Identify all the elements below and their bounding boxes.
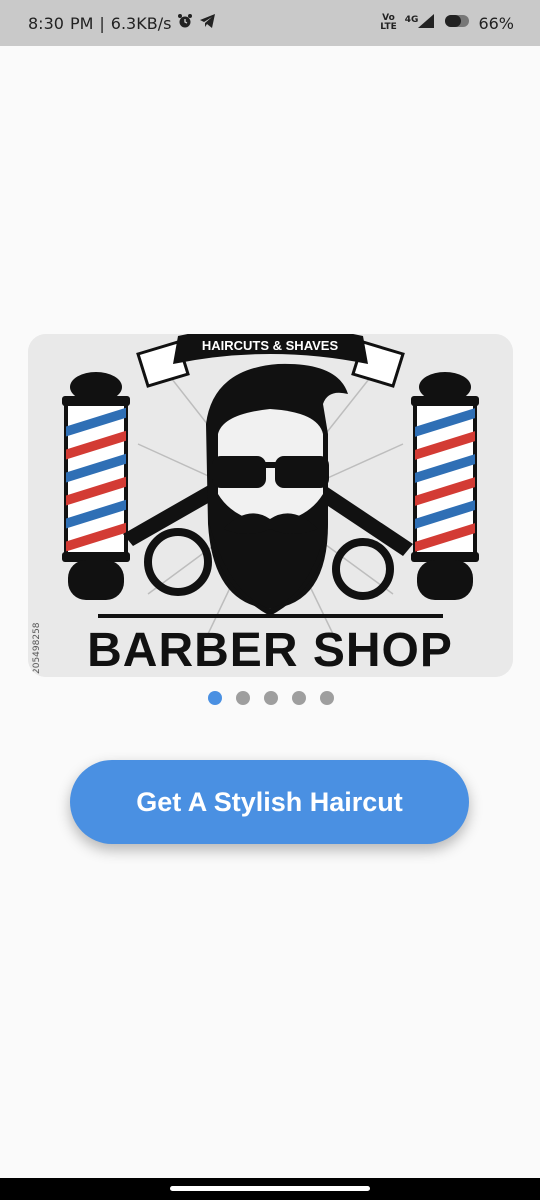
status-bar: 8:30 PM | 6.3KB/s Vo LTE 4G 66% <box>0 0 540 46</box>
banner-stock-id: 205498258 <box>32 622 42 674</box>
status-right: Vo LTE 4G 66% <box>380 13 514 33</box>
carousel-dot-5[interactable] <box>320 691 334 705</box>
status-left: 8:30 PM | 6.3KB/s <box>28 13 216 33</box>
banner-top-ribbon-text: HAIRCUTS & SHAVES <box>202 338 339 353</box>
home-indicator[interactable] <box>170 1186 370 1191</box>
navigation-bar <box>0 1178 540 1200</box>
banner-carousel[interactable]: HAIRCUTS & SHAVES BARBER SHOP 205498258 <box>28 334 513 677</box>
battery-icon <box>444 13 470 33</box>
signal-icon <box>416 13 436 33</box>
battery-percent: 66% <box>478 13 514 33</box>
telegram-icon <box>199 13 216 33</box>
carousel-dot-2[interactable] <box>236 691 250 705</box>
network-speed: 6.3KB/s <box>110 13 172 33</box>
barber-shop-banner-image: HAIRCUTS & SHAVES BARBER SHOP 205498258 <box>28 334 513 677</box>
carousel-indicator <box>208 691 334 705</box>
get-haircut-button[interactable]: Get A Stylish Haircut <box>70 760 469 844</box>
volte-indicator: Vo LTE <box>380 14 397 32</box>
clock-ampm: PM <box>69 13 94 33</box>
carousel-dot-1[interactable] <box>208 691 222 705</box>
carousel-dot-4[interactable] <box>292 691 306 705</box>
clock-time: 8:30 <box>28 13 64 33</box>
status-separator: | <box>99 13 105 33</box>
alarm-icon <box>177 13 193 33</box>
volte-bottom: LTE <box>380 22 397 32</box>
carousel-dot-3[interactable] <box>264 691 278 705</box>
banner-title: BARBER SHOP <box>87 624 453 677</box>
